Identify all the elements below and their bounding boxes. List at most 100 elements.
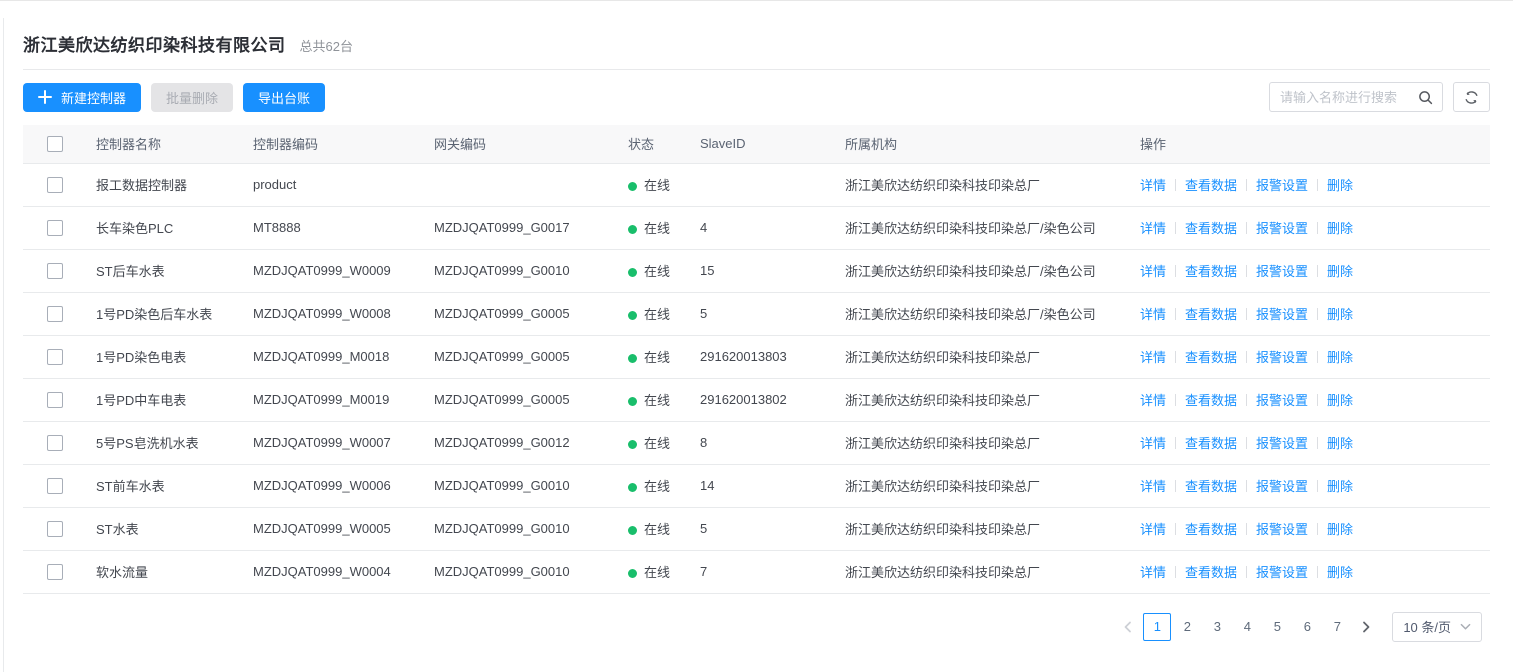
action-delete[interactable]: 删除 [1327, 221, 1353, 236]
action-view-data[interactable]: 查看数据 [1185, 264, 1237, 279]
row-checkbox[interactable] [47, 349, 63, 365]
new-controller-button[interactable]: 新建控制器 [23, 83, 141, 112]
page-number[interactable]: 3 [1203, 613, 1231, 641]
cell-gateway-code: MZDJQAT0999_G0010 [424, 249, 618, 292]
cell-controller-name: 1号PD染色后车水表 [86, 292, 243, 335]
page-number[interactable]: 5 [1263, 613, 1291, 641]
cell-actions: 详情 查看数据 报警设置 删除 [1130, 378, 1490, 421]
table-row: 1号PD染色后车水表 MZDJQAT0999_W0008 MZDJQAT0999… [23, 292, 1490, 335]
cell-actions: 详情 查看数据 报警设置 删除 [1130, 335, 1490, 378]
select-all-checkbox[interactable] [47, 136, 63, 152]
action-detail[interactable]: 详情 [1140, 436, 1166, 451]
online-status-dot [628, 397, 637, 406]
action-alarm-settings[interactable]: 报警设置 [1256, 565, 1308, 580]
action-alarm-settings[interactable]: 报警设置 [1256, 264, 1308, 279]
prev-page-button[interactable] [1114, 613, 1142, 641]
action-alarm-settings[interactable]: 报警设置 [1256, 522, 1308, 537]
action-detail[interactable]: 详情 [1140, 522, 1166, 537]
cell-controller-code: MZDJQAT0999_W0007 [243, 421, 424, 464]
action-view-data[interactable]: 查看数据 [1185, 178, 1237, 193]
action-delete[interactable]: 删除 [1327, 178, 1353, 193]
page-number[interactable]: 2 [1173, 613, 1201, 641]
row-checkbox[interactable] [47, 263, 63, 279]
cell-slave-id: 14 [690, 464, 835, 507]
cell-controller-code: MZDJQAT0999_W0009 [243, 249, 424, 292]
action-view-data[interactable]: 查看数据 [1185, 565, 1237, 580]
action-view-data[interactable]: 查看数据 [1185, 479, 1237, 494]
action-view-data[interactable]: 查看数据 [1185, 307, 1237, 322]
action-view-data[interactable]: 查看数据 [1185, 221, 1237, 236]
status-text: 在线 [644, 264, 670, 279]
action-detail[interactable]: 详情 [1140, 221, 1166, 236]
status-text: 在线 [644, 350, 670, 365]
row-checkbox[interactable] [47, 177, 63, 193]
row-checkbox[interactable] [47, 521, 63, 537]
action-separator [1317, 394, 1318, 406]
action-detail[interactable]: 详情 [1140, 178, 1166, 193]
action-delete[interactable]: 删除 [1327, 436, 1353, 451]
online-status-dot [628, 569, 637, 578]
action-separator [1317, 308, 1318, 320]
page-number[interactable]: 1 [1143, 613, 1171, 641]
page-number[interactable]: 7 [1323, 613, 1351, 641]
action-detail[interactable]: 详情 [1140, 565, 1166, 580]
cell-actions: 详情 查看数据 报警设置 删除 [1130, 464, 1490, 507]
cell-status: 在线 [618, 464, 690, 507]
action-delete[interactable]: 删除 [1327, 522, 1353, 537]
cell-slave-id: 5 [690, 292, 835, 335]
action-separator [1246, 308, 1247, 320]
row-checkbox[interactable] [47, 220, 63, 236]
table-row: 1号PD染色电表 MZDJQAT0999_M0018 MZDJQAT0999_G… [23, 335, 1490, 378]
action-detail[interactable]: 详情 [1140, 307, 1166, 322]
next-page-button[interactable] [1352, 613, 1380, 641]
row-checkbox[interactable] [47, 306, 63, 322]
action-detail[interactable]: 详情 [1140, 479, 1166, 494]
table-row: 报工数据控制器 product 在线 浙江美欣达纺织印染科技印染总厂 详情查看数… [23, 163, 1490, 206]
row-checkbox[interactable] [47, 564, 63, 580]
row-checkbox[interactable] [47, 392, 63, 408]
cell-org: 浙江美欣达纺织印染科技印染总厂 [835, 550, 1130, 593]
cell-actions: 详情 查看数据 报警设置 删除 [1130, 421, 1490, 464]
status-text: 在线 [644, 178, 670, 193]
action-alarm-settings[interactable]: 报警设置 [1256, 307, 1308, 322]
action-detail[interactable]: 详情 [1140, 393, 1166, 408]
page-number[interactable]: 4 [1233, 613, 1261, 641]
cell-status: 在线 [618, 292, 690, 335]
batch-delete-button[interactable]: 批量删除 [151, 83, 233, 112]
refresh-button[interactable] [1453, 82, 1490, 112]
export-ledger-button[interactable]: 导出台账 [243, 83, 325, 112]
action-view-data[interactable]: 查看数据 [1185, 350, 1237, 365]
page-number[interactable]: 6 [1293, 613, 1321, 641]
page-size-select[interactable]: 10 条/页 [1392, 612, 1482, 642]
action-separator [1175, 351, 1176, 363]
action-detail[interactable]: 详情 [1140, 264, 1166, 279]
action-view-data[interactable]: 查看数据 [1185, 436, 1237, 451]
action-delete[interactable]: 删除 [1327, 264, 1353, 279]
cell-status: 在线 [618, 507, 690, 550]
action-separator [1175, 179, 1176, 191]
row-checkbox[interactable] [47, 435, 63, 451]
action-alarm-settings[interactable]: 报警设置 [1256, 221, 1308, 236]
status-text: 在线 [644, 479, 670, 494]
action-separator [1246, 523, 1247, 535]
action-delete[interactable]: 删除 [1327, 393, 1353, 408]
action-alarm-settings[interactable]: 报警设置 [1256, 178, 1308, 193]
action-delete[interactable]: 删除 [1327, 565, 1353, 580]
action-delete[interactable]: 删除 [1327, 350, 1353, 365]
action-delete[interactable]: 删除 [1327, 307, 1353, 322]
row-checkbox[interactable] [47, 478, 63, 494]
cell-actions: 详情 查看数据 报警设置 删除 [1130, 550, 1490, 593]
action-view-data[interactable]: 查看数据 [1185, 393, 1237, 408]
action-alarm-settings[interactable]: 报警设置 [1256, 436, 1308, 451]
action-view-data[interactable]: 查看数据 [1185, 522, 1237, 537]
action-delete[interactable]: 删除 [1327, 479, 1353, 494]
action-detail[interactable]: 详情 [1140, 350, 1166, 365]
action-alarm-settings[interactable]: 报警设置 [1256, 479, 1308, 494]
cell-controller-code: MZDJQAT0999_W0004 [243, 550, 424, 593]
search-input[interactable] [1280, 90, 1412, 105]
sidebar-edge-divider [3, 18, 4, 672]
cell-controller-name: 1号PD染色电表 [86, 335, 243, 378]
action-alarm-settings[interactable]: 报警设置 [1256, 393, 1308, 408]
action-alarm-settings[interactable]: 报警设置 [1256, 350, 1308, 365]
search-icon[interactable] [1418, 90, 1433, 105]
